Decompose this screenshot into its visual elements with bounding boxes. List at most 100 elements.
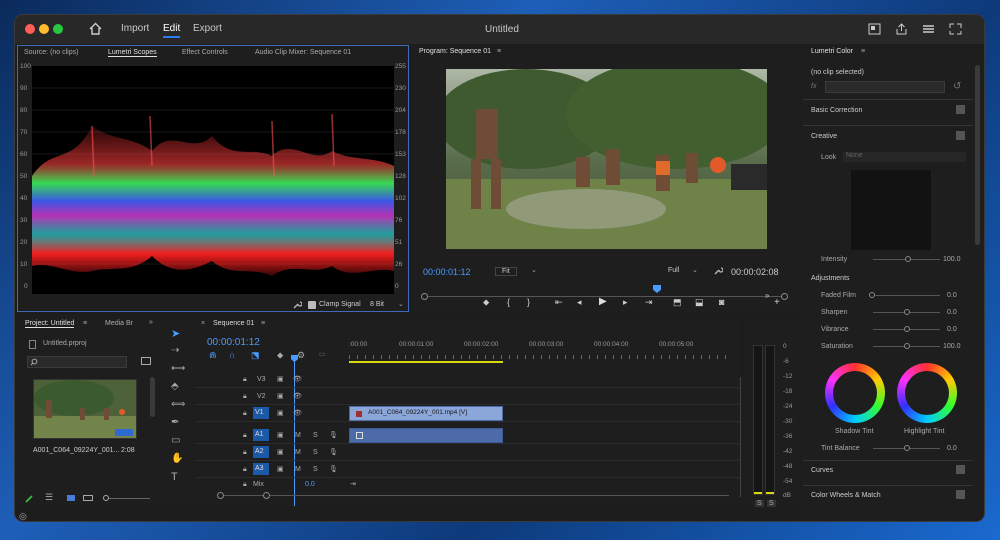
- add-button-icon[interactable]: +: [774, 297, 780, 308]
- menu-edit[interactable]: Edit: [163, 23, 181, 38]
- creative-checkbox[interactable]: [956, 131, 965, 140]
- add-marker-icon[interactable]: ⬔: [251, 350, 260, 361]
- add-marker-icon[interactable]: ⬥: [483, 297, 489, 308]
- program-timecode[interactable]: 00:00:01:12: [423, 267, 471, 277]
- tint-balance-slider-handle[interactable]: [904, 445, 910, 451]
- program-playhead[interactable]: [653, 285, 661, 293]
- microphone-icon[interactable]: 🎙︎: [329, 465, 338, 473]
- timeline-horizontal-scrollbar[interactable]: [219, 495, 729, 496]
- resolution-select[interactable]: Full: [668, 267, 679, 274]
- zoom-slider-handle[interactable]: [103, 495, 109, 501]
- export-frame-icon[interactable]: ◙: [719, 297, 724, 307]
- share-icon[interactable]: [895, 23, 908, 35]
- go-to-out-icon[interactable]: ⇥: [645, 297, 653, 308]
- zoom-window-button[interactable]: [53, 24, 63, 34]
- go-to-end-icon[interactable]: ⇥: [350, 480, 356, 488]
- tab-effect-controls[interactable]: Effect Controls: [182, 49, 228, 56]
- audio-clip[interactable]: [349, 428, 503, 443]
- more-buttons-icon[interactable]: »: [765, 291, 769, 300]
- linked-selection-icon[interactable]: ∩: [229, 350, 235, 360]
- vibrance-slider-handle[interactable]: [904, 326, 910, 332]
- go-to-in-icon[interactable]: ⇤: [555, 297, 563, 308]
- clamp-signal-checkbox[interactable]: [308, 301, 316, 309]
- tab-source[interactable]: Source: (no clips): [24, 49, 78, 56]
- menu-import[interactable]: Import: [121, 23, 149, 34]
- time-ruler[interactable]: :00:00 00:00:01:00 00:00:02:00 00:00:03:…: [349, 341, 729, 367]
- eye-icon[interactable]: 👁︎: [293, 375, 302, 383]
- color-wheels-checkbox[interactable]: [956, 490, 965, 499]
- tab-sequence[interactable]: Sequence 01: [213, 320, 254, 327]
- menu-export[interactable]: Export: [193, 23, 222, 34]
- video-clip[interactable]: A001_C064_09224Y_001.mp4 [V]: [349, 406, 503, 421]
- rectangle-tool-icon[interactable]: ▭: [171, 435, 180, 446]
- faded-film-slider[interactable]: [873, 295, 940, 296]
- minimize-window-button[interactable]: [39, 24, 49, 34]
- list-view-icon[interactable]: ☰: [45, 492, 53, 503]
- status-icon[interactable]: ◎: [19, 511, 27, 521]
- meter-solo-left-button[interactable]: S: [755, 500, 764, 507]
- lock-icon[interactable]: 🔒︎: [243, 449, 247, 457]
- play-icon[interactable]: ▶: [599, 296, 607, 307]
- project-scrollbar[interactable]: [150, 377, 155, 417]
- new-bin-icon[interactable]: [141, 357, 151, 365]
- snap-icon[interactable]: ⋒: [209, 350, 217, 361]
- wrench-icon[interactable]: [292, 300, 302, 310]
- settings-wrench-icon[interactable]: ⚙: [297, 350, 305, 361]
- clip-thumbnail[interactable]: [33, 379, 137, 439]
- intensity-slider-handle[interactable]: [905, 256, 911, 262]
- progress-icon[interactable]: [922, 23, 935, 35]
- mark-in-icon[interactable]: {: [507, 297, 510, 307]
- microphone-icon[interactable]: 🎙︎: [329, 448, 338, 456]
- razor-tool-icon[interactable]: ⬘: [171, 381, 179, 392]
- tab-project[interactable]: Project: Untitled: [25, 320, 75, 328]
- close-window-button[interactable]: [25, 24, 35, 34]
- fit-select[interactable]: Fit: [495, 267, 517, 276]
- chevron-down-icon[interactable]: ⌄: [398, 300, 404, 308]
- freeform-view-icon[interactable]: [83, 495, 93, 501]
- slip-tool-icon[interactable]: ⟺: [171, 399, 185, 410]
- look-select[interactable]: None: [843, 152, 966, 162]
- lift-icon[interactable]: ⬒: [673, 297, 682, 308]
- scrubber-start-handle[interactable]: [421, 293, 428, 300]
- curves-header[interactable]: Curves: [811, 467, 833, 474]
- scrubber-end-handle[interactable]: [781, 293, 788, 300]
- extract-icon[interactable]: ⬓: [695, 297, 704, 308]
- basic-correction-checkbox[interactable]: [956, 105, 965, 114]
- panel-menu-icon[interactable]: ≡: [861, 48, 865, 55]
- more-panels-icon[interactable]: »: [149, 319, 153, 326]
- effect-select[interactable]: [825, 81, 945, 93]
- mix-value[interactable]: 0.0: [305, 481, 315, 488]
- tab-lumetri-scopes[interactable]: Lumetri Scopes: [108, 49, 157, 57]
- eye-icon[interactable]: 👁︎: [293, 409, 302, 417]
- fullscreen-icon[interactable]: [949, 23, 962, 35]
- sync-lock-icon[interactable]: ▣: [277, 409, 284, 417]
- faded-film-value[interactable]: 0.0: [947, 292, 957, 299]
- reset-icon[interactable]: ↺: [953, 81, 961, 92]
- color-wheels-header[interactable]: Color Wheels & Match: [811, 492, 881, 499]
- lock-icon[interactable]: 🔒︎: [243, 432, 247, 440]
- solo-button[interactable]: S: [313, 466, 318, 473]
- type-tool-icon[interactable]: T: [171, 471, 178, 483]
- vibrance-value[interactable]: 0.0: [947, 326, 957, 333]
- close-tab-icon[interactable]: ×: [201, 320, 205, 327]
- sync-lock-icon[interactable]: ▣: [277, 431, 284, 439]
- workspace-icon[interactable]: [868, 23, 881, 35]
- highlight-tint-wheel[interactable]: [897, 363, 957, 423]
- track-select-tool-icon[interactable]: ⇢: [171, 345, 179, 356]
- tab-media-browser[interactable]: Media Br: [105, 320, 133, 327]
- captions-icon[interactable]: ▭: [319, 350, 326, 358]
- saturation-value[interactable]: 100.0: [943, 343, 961, 350]
- chevron-down-icon[interactable]: ⌄: [531, 266, 537, 274]
- intensity-value[interactable]: 100.0: [943, 256, 961, 263]
- saturation-slider-handle[interactable]: [904, 343, 910, 349]
- track-label[interactable]: A2: [253, 446, 269, 458]
- sync-lock-icon[interactable]: ▣: [277, 465, 284, 473]
- project-search-input[interactable]: [27, 356, 127, 368]
- lock-icon[interactable]: 🔒︎: [243, 376, 247, 384]
- eye-icon[interactable]: 👁︎: [293, 392, 302, 400]
- lock-icon[interactable]: 🔒︎: [243, 393, 247, 401]
- scrollbar-left-handle[interactable]: [217, 492, 224, 499]
- faded-film-slider-handle[interactable]: [869, 292, 875, 298]
- lumetri-scrollbar[interactable]: [975, 65, 980, 245]
- bit-depth-select[interactable]: 8 Bit: [370, 301, 384, 308]
